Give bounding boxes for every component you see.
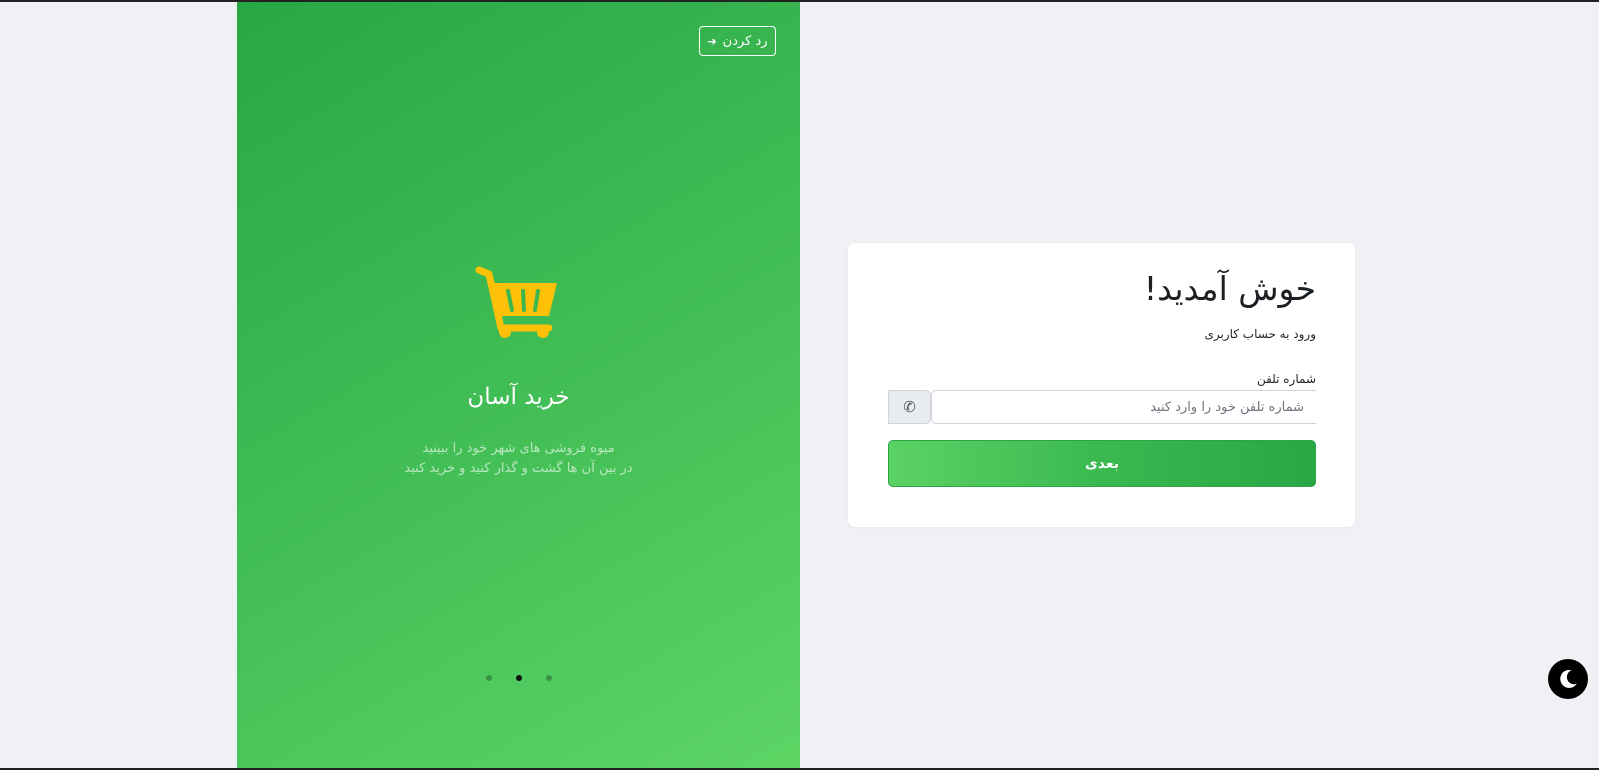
login-card: خوش آمدید! ورود به حساب کاربری شماره تلف… [848,243,1355,527]
phone-icon: ✆ [888,390,931,424]
phone-input[interactable] [931,390,1316,424]
phone-label: شماره تلفن [1256,372,1316,386]
skip-button-label: رد کردن [722,33,768,49]
promo-title: خرید آسان [467,384,570,410]
promo-description-line-1: میوه فروشی های شهر خود را ببینید [422,441,615,456]
theme-toggle-button[interactable] [1548,659,1588,699]
page: رد کردن ➜ خرید آسان میوه فروشی های شهر خ… [0,0,1599,770]
login-subtitle: ورود به حساب کاربری [1204,327,1316,341]
welcome-title: خوش آمدید! [1143,269,1316,308]
phone-input-group: ✆ [888,390,1316,424]
onboarding-panel: رد کردن ➜ خرید آسان میوه فروشی های شهر خ… [237,2,800,768]
promo-description-line-2: در بین آن ها گشت و گذار کنید و خرید کنید [404,461,633,476]
carousel-dot-2[interactable] [515,675,522,681]
carousel-dot-1[interactable] [485,675,492,681]
next-button[interactable]: بعدی [888,440,1316,487]
skip-button[interactable]: رد کردن ➜ [699,26,776,56]
arrow-right-icon: ➜ [707,34,717,48]
shopping-cart-icon [475,266,557,338]
carousel-dot-3[interactable] [545,675,552,681]
promo-description: میوه فروشی های شهر خود را ببینید در بین … [237,439,800,479]
moon-icon [1560,669,1577,688]
carousel-indicators [237,675,800,681]
